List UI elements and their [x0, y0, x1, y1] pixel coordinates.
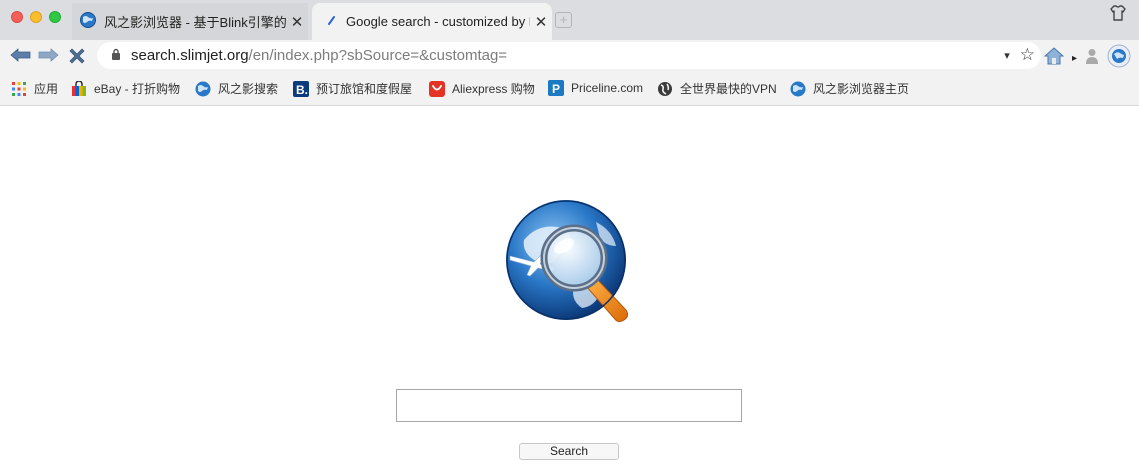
dropdown-icon[interactable]: ▾ — [1004, 49, 1010, 62]
svg-text:B.: B. — [296, 83, 308, 97]
vpn-globe-icon — [657, 81, 673, 97]
bookmark-label: 预订旅馆和度假屋 — [316, 82, 413, 96]
tab-label: 风之影浏览器 - 基于Blink引擎的高 — [104, 15, 286, 30]
tab-google-search[interactable]: Google search - customized by Fl ✕ — [312, 3, 552, 40]
close-window-button[interactable] — [11, 11, 23, 23]
new-tab-button[interactable]: + — [555, 12, 572, 28]
globe-favicon-icon — [790, 81, 806, 97]
bookmark-label: eBay - 打折购物 — [94, 82, 181, 96]
bookmark-ebay[interactable]: eBay - 打折购物 — [71, 79, 181, 97]
more-arrow-icon[interactable]: ▸ — [1072, 53, 1077, 64]
address-bar-actions: ▾ ☆ — [1004, 45, 1035, 65]
bookmark-vpn[interactable]: 全世界最快的VPN — [657, 80, 777, 97]
bookmark-priceline[interactable]: P Priceline.com — [548, 80, 643, 96]
toolbar-right-actions: ▸ — [1043, 44, 1131, 73]
bookmark-label: Priceline.com — [571, 81, 644, 95]
search-input[interactable] — [396, 389, 742, 422]
home-icon[interactable] — [1043, 47, 1065, 70]
apps-grid-icon — [11, 81, 27, 97]
tab-close-icon[interactable]: ✕ — [286, 13, 308, 31]
bookmark-apps[interactable]: 应用 — [11, 80, 58, 97]
bookmark-star-icon[interactable]: ☆ — [1020, 45, 1035, 65]
globe-magnifier-logo-icon — [504, 200, 634, 330]
bookmark-slimjet-search[interactable]: 风之影搜索 — [195, 80, 278, 97]
url-text[interactable]: search.slimjet.org/en/index.php?sbSource… — [131, 47, 507, 64]
slimjet-menu-icon[interactable] — [1107, 44, 1131, 73]
navigation-toolbar: search.slimjet.org/en/index.php?sbSource… — [0, 40, 1139, 72]
forward-arrow-icon[interactable] — [37, 47, 59, 68]
stop-x-icon[interactable] — [67, 46, 87, 71]
back-arrow-icon[interactable] — [10, 47, 32, 68]
bookmark-label: 风之影搜索 — [218, 82, 279, 96]
user-profile-icon[interactable] — [1085, 48, 1099, 69]
globe-favicon-icon — [80, 12, 96, 31]
tab-slimjet-home[interactable]: 风之影浏览器 - 基于Blink引擎的高 ✕ — [72, 3, 308, 40]
svg-text:P: P — [552, 82, 560, 96]
tab-close-icon[interactable]: ✕ — [530, 13, 552, 31]
tab-strip: 风之影浏览器 - 基于Blink引擎的高 ✕ Google search - c… — [0, 0, 1139, 40]
bookmark-label: 应用 — [34, 82, 59, 96]
zoom-window-button[interactable] — [49, 11, 61, 23]
address-bar[interactable]: search.slimjet.org/en/index.php?sbSource… — [97, 42, 1041, 69]
bookmark-label: Aliexpress 购物 — [452, 82, 535, 96]
bookmarks-bar: 应用 eBay - 打折购物 风之影搜索 B. 预订旅馆和度假屋 Aliexpr… — [0, 72, 1139, 106]
bookmark-label: 全世界最快的VPN — [680, 82, 777, 96]
ebay-bag-icon — [71, 79, 87, 97]
url-domain: search.slimjet.org — [131, 47, 249, 64]
bookmark-booking[interactable]: B. 预订旅馆和度假屋 — [293, 80, 412, 97]
tab-label: Google search - customized by Fl — [346, 14, 530, 29]
bookmark-aliexpress[interactable]: Aliexpress 购物 — [429, 80, 535, 97]
globe-favicon-icon — [195, 81, 211, 97]
page-loading-icon — [326, 14, 338, 29]
search-button[interactable]: Search — [519, 443, 619, 460]
theme-shirt-icon[interactable] — [1109, 4, 1127, 27]
booking-b-icon: B. — [293, 80, 309, 97]
bookmark-label: 风之影浏览器主页 — [813, 82, 910, 96]
bookmark-slimjet-home[interactable]: 风之影浏览器主页 — [790, 80, 909, 97]
aliexpress-icon — [429, 80, 445, 97]
url-path: /en/index.php?sbSource=&customtag= — [248, 47, 508, 64]
priceline-p-icon: P — [548, 80, 564, 96]
lock-icon — [111, 47, 121, 65]
minimize-window-button[interactable] — [30, 11, 42, 23]
